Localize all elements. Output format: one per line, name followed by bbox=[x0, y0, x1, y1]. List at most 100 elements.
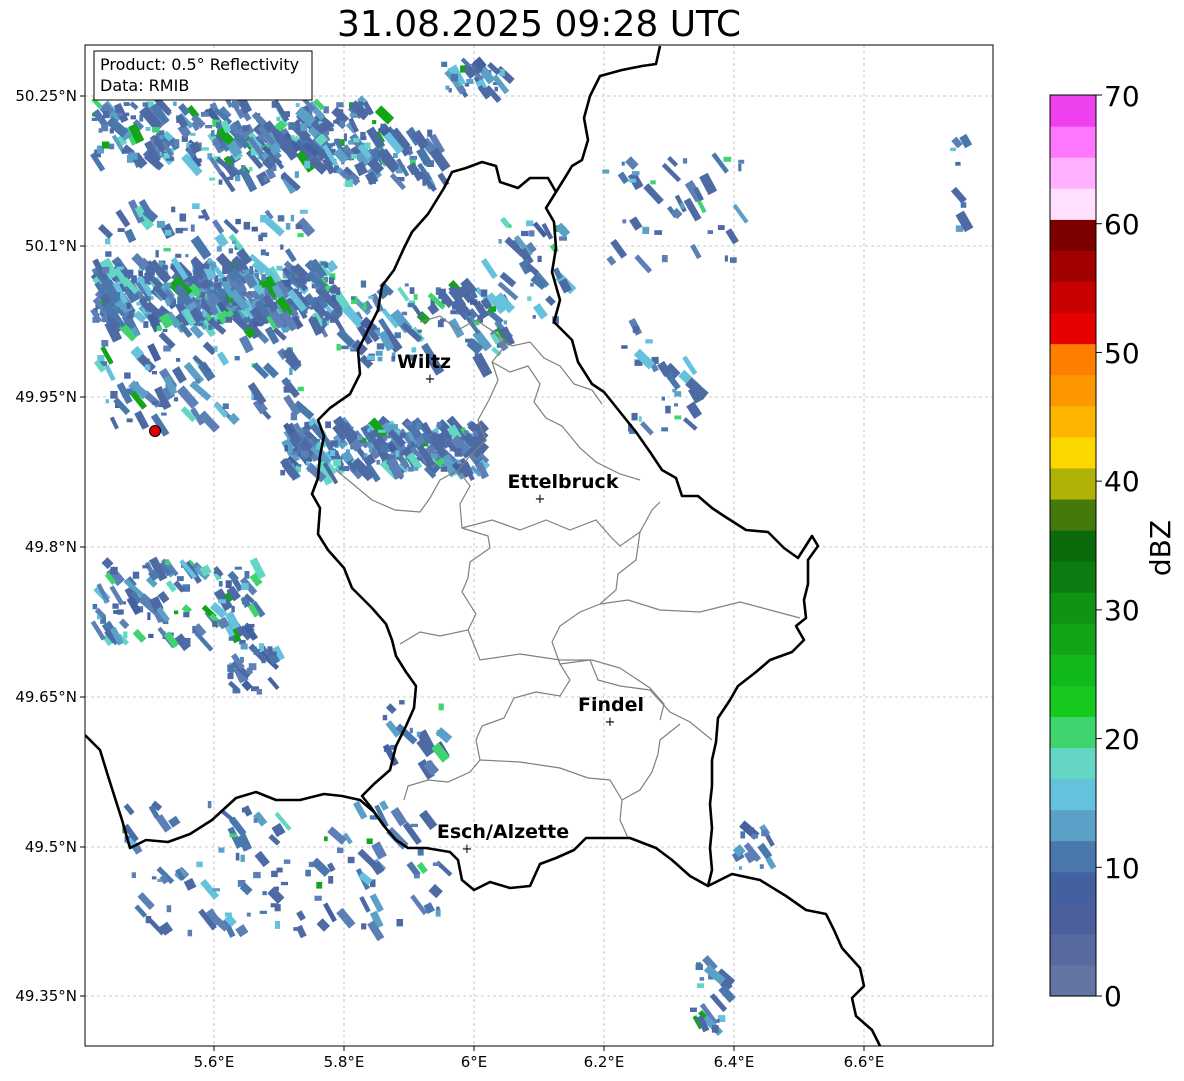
latitude-labels: 50.25°N 50.1°N 49.95°N 49.8°N 49.65°N 49… bbox=[15, 87, 85, 1005]
echo-cell bbox=[227, 664, 235, 672]
lat-label: 50.25°N bbox=[15, 87, 77, 105]
city-label-wiltz: Wiltz bbox=[397, 351, 451, 373]
echo-cell bbox=[235, 852, 240, 861]
echo-cell bbox=[101, 124, 109, 132]
echo-cell bbox=[236, 279, 242, 285]
echo-cell bbox=[201, 147, 209, 151]
echo-cell bbox=[480, 289, 488, 297]
echo-cell bbox=[457, 447, 462, 452]
echo-cell bbox=[409, 727, 413, 734]
echo-cell bbox=[142, 102, 148, 107]
echo-cell bbox=[212, 888, 220, 892]
echo-cell bbox=[103, 599, 108, 604]
echo-cell bbox=[360, 280, 367, 288]
echo-cell bbox=[367, 355, 375, 360]
echo-cell bbox=[175, 358, 181, 362]
echo-cell bbox=[145, 915, 152, 924]
echo-cell bbox=[622, 219, 627, 224]
echo-cell bbox=[283, 386, 292, 393]
echo-cell bbox=[241, 165, 246, 172]
echo-cell bbox=[334, 138, 341, 144]
echo-cell bbox=[129, 152, 138, 160]
echo-cell bbox=[738, 159, 745, 164]
echo-cell bbox=[341, 345, 349, 350]
radar-map: Wiltz + Ettelbruck + Findel + Esch/Alzet… bbox=[15, 44, 1177, 1071]
city-marker-findel: + bbox=[605, 715, 616, 730]
echo-cell bbox=[249, 167, 253, 172]
echo-cell bbox=[198, 215, 205, 219]
info-data-source: Data: RMIB bbox=[100, 76, 189, 95]
echo-cell bbox=[432, 862, 440, 866]
echo-cell bbox=[631, 412, 638, 421]
echo-cell bbox=[723, 156, 732, 162]
echo-cell bbox=[225, 580, 232, 589]
echo-cell bbox=[138, 269, 143, 277]
colorbar-tick: 10 bbox=[1104, 852, 1140, 885]
echo-cell bbox=[164, 229, 172, 236]
echo-cell bbox=[176, 576, 184, 582]
echo-cell bbox=[559, 236, 567, 241]
colorbar-segment bbox=[1050, 561, 1096, 593]
colorbar-segment bbox=[1050, 902, 1096, 935]
echo-cell bbox=[707, 230, 713, 234]
echo-cell bbox=[532, 315, 536, 319]
echo-cell bbox=[466, 79, 474, 84]
echo-cell bbox=[256, 689, 262, 695]
echo-cell bbox=[450, 73, 459, 82]
echo-cell bbox=[417, 329, 422, 333]
echo-cell bbox=[127, 313, 134, 319]
echo-cell bbox=[280, 881, 288, 886]
echo-cell bbox=[163, 248, 171, 252]
echo-cell bbox=[470, 299, 478, 305]
echo-cell bbox=[218, 847, 225, 853]
echo-cell bbox=[151, 401, 158, 405]
echo-cell bbox=[537, 255, 542, 263]
echo-cell bbox=[280, 469, 286, 476]
echo-cell bbox=[112, 603, 119, 609]
echo-cell bbox=[243, 221, 251, 230]
echo-cell bbox=[738, 164, 742, 172]
echo-cell bbox=[380, 445, 388, 452]
echo-cell bbox=[109, 128, 114, 134]
echo-cell bbox=[347, 856, 355, 864]
echo-cell bbox=[602, 169, 610, 174]
echo-cell bbox=[330, 440, 338, 447]
radar-site-marker[interactable] bbox=[149, 425, 161, 437]
echo-cell bbox=[242, 125, 250, 132]
echo-cell bbox=[401, 311, 408, 316]
echo-cell bbox=[409, 155, 418, 160]
echo-cell bbox=[375, 350, 383, 356]
echo-cell bbox=[665, 405, 671, 414]
echo-cell bbox=[211, 130, 215, 137]
echo-cell bbox=[642, 226, 650, 234]
echo-cell bbox=[716, 1019, 720, 1023]
echo-cell bbox=[503, 320, 508, 325]
echo-cell bbox=[144, 364, 151, 371]
echo-cell bbox=[366, 838, 373, 844]
echo-cell bbox=[342, 466, 349, 472]
lon-label: 6.2°E bbox=[584, 1053, 625, 1071]
echo-cell bbox=[246, 667, 253, 674]
echo-cell bbox=[130, 115, 136, 120]
echo-cell bbox=[724, 255, 728, 262]
echo-cell bbox=[357, 435, 363, 441]
echo-cell bbox=[165, 272, 169, 279]
echo-cell bbox=[363, 453, 368, 458]
echo-cell bbox=[674, 403, 678, 407]
echo-cell bbox=[235, 218, 241, 225]
echo-cell bbox=[360, 136, 367, 141]
echo-cell bbox=[174, 139, 180, 147]
echo-cell bbox=[300, 450, 309, 458]
echo-cell bbox=[229, 307, 236, 311]
echo-cell bbox=[305, 869, 311, 877]
echo-cell bbox=[240, 643, 248, 650]
echo-cell bbox=[391, 355, 396, 362]
echo-cell bbox=[114, 292, 121, 297]
colorbar-tick: 40 bbox=[1104, 465, 1140, 498]
echo-cell bbox=[412, 467, 419, 471]
echo-cell bbox=[148, 633, 154, 638]
lon-label: 5.6°E bbox=[194, 1053, 235, 1071]
echo-cell bbox=[494, 86, 498, 92]
colorbar-segment bbox=[1050, 250, 1096, 283]
echo-cell bbox=[162, 264, 168, 270]
